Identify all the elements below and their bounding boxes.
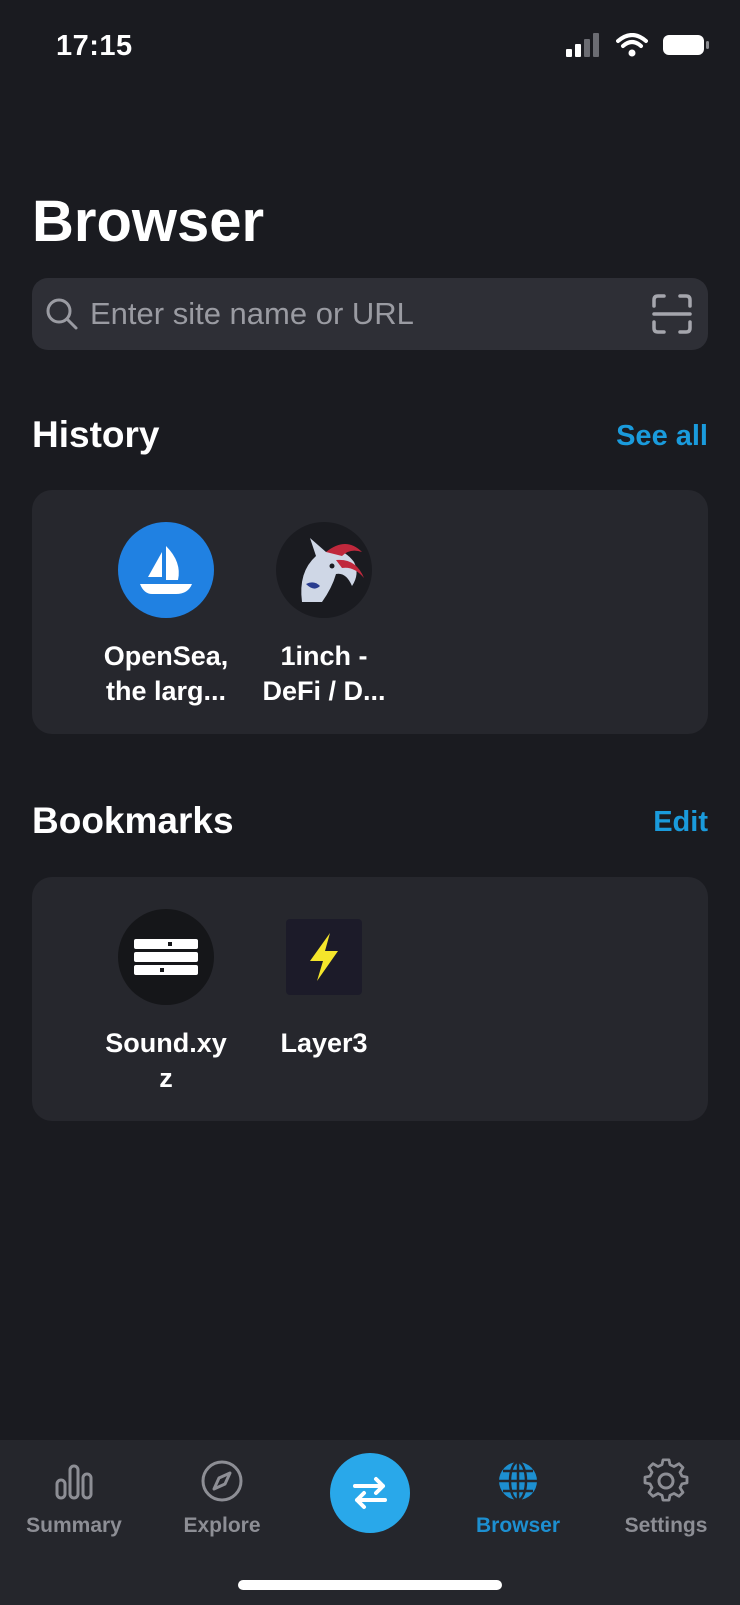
bookmarks-card: Sound.xy z Layer3: [32, 877, 708, 1121]
sound-xyz-logo-icon: [118, 909, 214, 1005]
swap-arrows-icon: [353, 1477, 387, 1509]
tab-label: Summary: [26, 1514, 122, 1537]
qr-scan-icon[interactable]: [650, 292, 694, 336]
tab-explore[interactable]: Explore: [148, 1458, 296, 1538]
battery-icon: [663, 35, 709, 55]
1inch-unicorn-logo-icon: [276, 522, 372, 618]
history-title: History: [32, 414, 160, 455]
layer3-lightning-icon: [286, 919, 362, 995]
gear-icon: [643, 1458, 689, 1502]
bookmark-item-sound[interactable]: Sound.xy z: [86, 909, 246, 1096]
tab-settings[interactable]: Settings: [592, 1458, 740, 1538]
home-indicator: [238, 1580, 502, 1590]
status-icons: [566, 30, 710, 60]
edit-bookmarks-link[interactable]: Edit: [653, 806, 708, 839]
label-line: the larg...: [105, 676, 227, 706]
label-line: DeFi / D...: [262, 676, 386, 706]
history-item-opensea[interactable]: OpenSea, the larg...: [86, 522, 246, 709]
bookmarks-title: Bookmarks: [32, 800, 234, 841]
search-icon: [46, 298, 78, 330]
status-time: 17:15: [56, 30, 133, 62]
bookmark-item-layer3[interactable]: Layer3: [244, 909, 404, 1061]
bookmark-item-label: Layer3: [244, 1026, 404, 1061]
label-line: Layer3: [280, 1028, 368, 1058]
history-item-1inch[interactable]: 1inch - DeFi / D...: [244, 522, 404, 709]
see-all-link[interactable]: See all: [616, 420, 708, 453]
tab-label: Settings: [624, 1514, 708, 1537]
bar-chart-icon: [55, 1464, 93, 1500]
wifi-icon: [616, 33, 648, 57]
swap-button[interactable]: [330, 1453, 410, 1533]
page-title: Browser: [32, 189, 265, 254]
globe-icon: [499, 1460, 537, 1502]
label-line: Sound.xy: [105, 1028, 227, 1058]
search-bar[interactable]: [32, 278, 708, 350]
compass-icon: [201, 1460, 243, 1502]
history-card: OpenSea, the larg... 1inch - DeFi / D...: [32, 490, 708, 734]
label-line: z: [159, 1063, 173, 1093]
search-input[interactable]: [90, 278, 650, 350]
tab-summary[interactable]: Summary: [0, 1458, 148, 1538]
label-line: OpenSea,: [103, 641, 229, 671]
tab-label: Browser: [475, 1514, 561, 1537]
opensea-logo-icon: [118, 522, 214, 618]
status-bar: 17:15: [0, 0, 740, 95]
history-item-label: 1inch - DeFi / D...: [244, 639, 404, 709]
label-line: 1inch -: [280, 641, 368, 671]
tab-browser[interactable]: Browser: [444, 1458, 592, 1538]
cellular-signal-icon: [566, 33, 599, 57]
tab-label: Explore: [183, 1514, 261, 1537]
bookmark-item-label: Sound.xy z: [86, 1026, 246, 1096]
history-item-label: OpenSea, the larg...: [86, 639, 246, 709]
